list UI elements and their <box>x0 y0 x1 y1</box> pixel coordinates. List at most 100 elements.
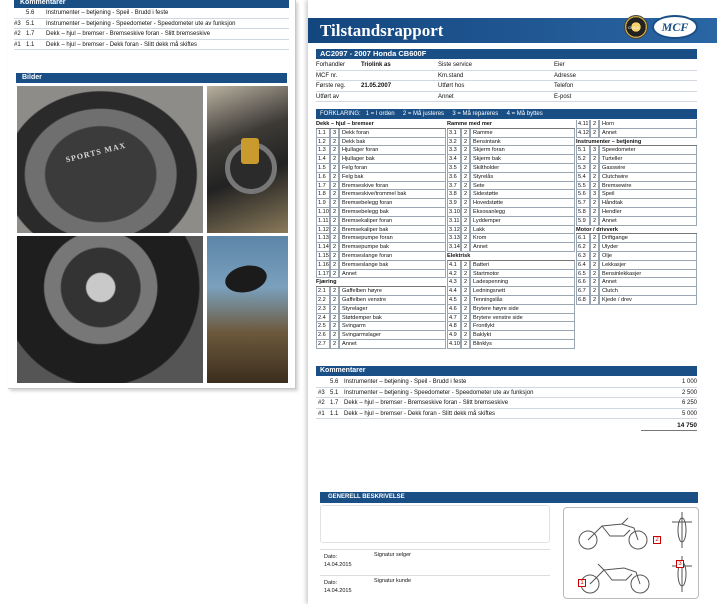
inspection-row[interactable]: 3.4 2 Skjerm bak <box>447 155 575 164</box>
item-rating[interactable]: 2 <box>330 146 339 156</box>
inspection-row[interactable]: 5.9 2 Annet <box>576 216 697 226</box>
inspection-row[interactable]: 3.8 2 Sidestøtte <box>447 190 575 200</box>
photo-mirror[interactable] <box>207 236 288 383</box>
inspection-row[interactable]: 4.1 2 Batteri <box>447 260 575 270</box>
item-rating[interactable]: 2 <box>461 287 470 296</box>
item-rating[interactable]: 2 <box>461 260 470 270</box>
item-rating[interactable]: 2 <box>590 278 599 288</box>
item-rating[interactable]: 3 <box>590 146 599 156</box>
info-v1[interactable]: Triolink as <box>361 60 438 71</box>
item-rating[interactable]: 2 <box>330 216 339 226</box>
item-rating[interactable]: 2 <box>461 269 470 279</box>
item-rating[interactable]: 2 <box>330 234 339 244</box>
info-v1[interactable]: 21.05.2007 <box>361 81 438 92</box>
item-rating[interactable]: 2 <box>330 172 339 182</box>
item-rating[interactable]: 2 <box>590 251 599 261</box>
inspection-row[interactable]: 5.5 2 Bremsewire <box>576 181 697 191</box>
inspection-row[interactable]: 3.5 2 Skiltholder <box>447 163 575 173</box>
item-rating[interactable]: 2 <box>590 295 599 305</box>
inspection-row[interactable]: 1.3 2 Hjullager foran <box>316 146 446 156</box>
inspection-row[interactable]: 5.4 2 Clutchwire <box>576 172 697 182</box>
inspection-row[interactable]: 5.6 3 Speil <box>576 190 697 200</box>
item-rating[interactable]: 2 <box>590 163 599 173</box>
inspection-row[interactable]: 3.6 2 Styrelås <box>447 172 575 182</box>
item-rating[interactable]: 2 <box>330 163 339 173</box>
inspection-row[interactable]: 3.12 2 Lakk <box>447 225 575 235</box>
item-rating[interactable]: 2 <box>461 278 470 288</box>
item-rating[interactable]: 2 <box>330 331 339 340</box>
damage-marker-1[interactable]: 1 <box>578 579 586 587</box>
inspection-row[interactable]: 1.4 2 Hjullager bak <box>316 155 446 164</box>
item-rating[interactable]: 2 <box>461 137 470 147</box>
info-v1[interactable] <box>361 71 438 81</box>
item-rating[interactable]: 2 <box>461 339 470 349</box>
item-rating[interactable]: 2 <box>330 295 339 305</box>
item-rating[interactable]: 2 <box>330 181 339 191</box>
item-rating[interactable]: 2 <box>590 199 599 208</box>
inspection-row[interactable]: 4.2 2 Startmotor <box>447 269 575 279</box>
item-rating[interactable]: 2 <box>461 146 470 156</box>
inspection-row[interactable]: 1.10 2 Bremsebelegg bak <box>316 207 446 217</box>
inspection-row[interactable]: 6.8 2 Kjede / drev <box>576 295 697 305</box>
photo-tire[interactable]: SPORTS MAX <box>17 86 203 233</box>
item-rating[interactable]: 2 <box>330 225 339 235</box>
inspection-row[interactable]: 4.8 2 Frontlykt <box>447 322 575 332</box>
signature-customer[interactable]: Dato: 14.04.2015 Signatur kunde <box>320 575 550 597</box>
item-rating[interactable]: 2 <box>590 234 599 244</box>
inspection-row[interactable]: 5.1 3 Speedometer <box>576 146 697 156</box>
inspection-row[interactable]: 2.7 2 Annet <box>316 339 446 349</box>
inspection-row[interactable]: 3.2 2 Bensintank <box>447 137 575 147</box>
signature-seller[interactable]: Dato: 14.04.2015 Signatur selger <box>320 549 550 571</box>
item-rating[interactable]: 2 <box>461 190 470 200</box>
item-rating[interactable]: 2 <box>461 207 470 217</box>
info-v2[interactable] <box>480 71 554 81</box>
inspection-row[interactable]: 6.2 2 Ulyder <box>576 243 697 252</box>
inspection-row[interactable]: 4.9 2 Baklykt <box>447 331 575 340</box>
item-rating[interactable]: 2 <box>330 155 339 164</box>
inspection-row[interactable]: 1.5 2 Felg foran <box>316 163 446 173</box>
item-rating[interactable]: 2 <box>330 287 339 296</box>
item-rating[interactable]: 2 <box>461 172 470 182</box>
item-rating[interactable]: 3 <box>590 190 599 200</box>
inspection-row[interactable]: 3.13 2 Krom <box>447 234 575 244</box>
inspection-row[interactable]: 4.7 2 Brytere venstre side <box>447 313 575 323</box>
item-rating[interactable]: 2 <box>330 313 339 323</box>
inspection-row[interactable]: 3.11 2 Lyddemper <box>447 216 575 226</box>
item-rating[interactable]: 2 <box>461 216 470 226</box>
info-v3[interactable] <box>578 92 697 102</box>
general-description-box[interactable] <box>320 505 550 543</box>
item-rating[interactable]: 2 <box>461 225 470 235</box>
inspection-row[interactable]: 3.10 2 Eksosanlegg <box>447 207 575 217</box>
item-rating[interactable]: 2 <box>330 339 339 349</box>
inspection-row[interactable]: 5.8 2 Hendler <box>576 207 697 217</box>
inspection-row[interactable]: 2.2 2 Gaffelben venstre <box>316 295 446 305</box>
item-rating[interactable]: 2 <box>330 322 339 332</box>
item-rating[interactable]: 2 <box>590 287 599 296</box>
item-rating[interactable]: 2 <box>461 155 470 164</box>
inspection-row[interactable]: 4.11 2 Horn <box>576 120 697 129</box>
inspection-row[interactable]: 1.8 2 Bremseskive/trommel bak <box>316 190 446 200</box>
inspection-row[interactable]: 3.9 2 Hovedstøtte <box>447 199 575 208</box>
inspection-row[interactable]: 2.6 2 Svingarmslager <box>316 331 446 340</box>
info-v2[interactable] <box>480 60 554 71</box>
inspection-row[interactable]: 2.5 2 Svingarm <box>316 322 446 332</box>
item-rating[interactable]: 2 <box>590 260 599 270</box>
inspection-row[interactable]: 3.7 2 Sete <box>447 181 575 191</box>
item-rating[interactable]: 2 <box>330 137 339 147</box>
inspection-row[interactable]: 5.3 2 Gasswire <box>576 163 697 173</box>
item-rating[interactable]: 2 <box>590 269 599 279</box>
item-rating[interactable]: 2 <box>330 207 339 217</box>
item-rating[interactable]: 2 <box>461 313 470 323</box>
inspection-row[interactable]: 6.7 2 Clutch <box>576 287 697 296</box>
item-rating[interactable]: 2 <box>461 234 470 244</box>
inspection-row[interactable]: 5.7 2 Håndtak <box>576 199 697 208</box>
inspection-row[interactable]: 4.3 2 Ladespenning <box>447 278 575 288</box>
inspection-row[interactable]: 3.1 2 Ramme <box>447 128 575 138</box>
item-rating[interactable]: 2 <box>461 322 470 332</box>
inspection-row[interactable]: 6.4 2 Lekkasjer <box>576 260 697 270</box>
inspection-row[interactable]: 1.17 2 Annet <box>316 269 446 279</box>
inspection-row[interactable]: 4.5 2 Tenningslås <box>447 295 575 305</box>
inspection-row[interactable]: 1.7 2 Bremseskive foran <box>316 181 446 191</box>
inspection-row[interactable]: 5.2 2 Turteller <box>576 155 697 164</box>
inspection-row[interactable]: 2.4 2 Støtdemper bak <box>316 313 446 323</box>
